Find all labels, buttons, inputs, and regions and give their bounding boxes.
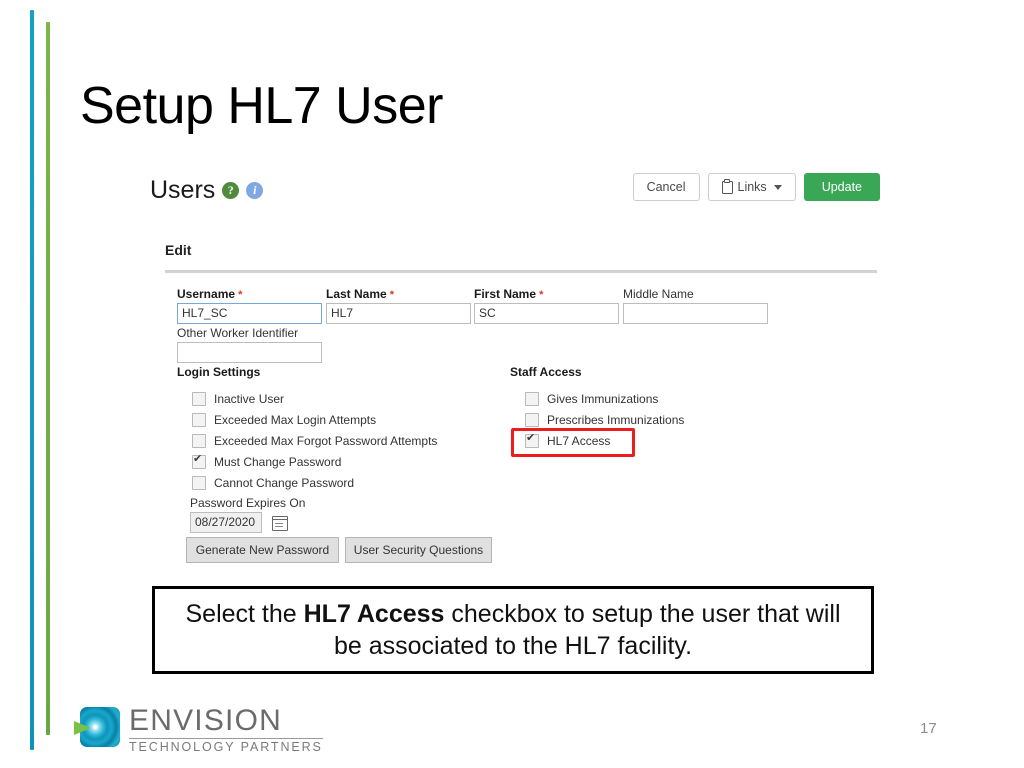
checkbox-prescribes-immunizations[interactable]: Prescribes Immunizations bbox=[525, 413, 684, 427]
logo-name: ENVISION bbox=[129, 704, 282, 737]
checkbox-label: Exceeded Max Forgot Password Attempts bbox=[214, 434, 438, 448]
slide-canvas: Setup HL7 User Users ? i Cancel Links Up… bbox=[0, 0, 1024, 768]
help-circle-icon[interactable]: ? bbox=[222, 182, 240, 199]
logo-wordmark: ENVISION TECHNOLOGY PARTNERS bbox=[129, 706, 323, 754]
checkbox-label: Inactive User bbox=[214, 392, 285, 406]
logo-arrow-icon bbox=[74, 720, 91, 735]
checkbox-label: Prescribes Immunizations bbox=[547, 413, 685, 427]
label-last-name: Last Name * bbox=[326, 287, 395, 301]
update-button[interactable]: Update bbox=[803, 173, 880, 201]
caption-callout: Select the HL7 Access checkbox to setup … bbox=[152, 586, 874, 674]
checkbox-label: Must Change Password bbox=[214, 455, 342, 469]
checkbox-box[interactable] bbox=[192, 453, 206, 469]
section-divider bbox=[165, 270, 877, 273]
cancel-button[interactable]: Cancel bbox=[632, 173, 700, 201]
checkbox-gives-immunizations[interactable]: Gives Immunizations bbox=[525, 392, 658, 406]
checkbox-cannot-change-password[interactable]: Cannot Change Password bbox=[192, 476, 354, 490]
links-label: Links bbox=[737, 180, 767, 194]
chevron-down-icon bbox=[773, 184, 782, 190]
checkbox-label: Exceeded Max Login Attempts bbox=[214, 413, 377, 427]
section-title-edit: Edit bbox=[165, 242, 192, 258]
checkbox-exceeded-max-login-attempts[interactable]: Exceeded Max Login Attempts bbox=[192, 413, 376, 427]
first-name-input[interactable] bbox=[474, 303, 619, 324]
slide-title: Setup HL7 User bbox=[80, 77, 443, 135]
calendar-icon[interactable] bbox=[272, 516, 288, 531]
required-marker: * bbox=[235, 289, 243, 301]
other-worker-identifier-input[interactable] bbox=[177, 342, 322, 363]
required-marker: * bbox=[386, 289, 395, 301]
login-settings-title: Login Settings bbox=[177, 365, 261, 379]
label-first-name: First Name * bbox=[474, 287, 544, 301]
generate-new-password-button[interactable]: Generate New Password bbox=[186, 537, 339, 563]
checkbox-must-change-password[interactable]: Must Change Password bbox=[192, 453, 342, 469]
checkbox-box[interactable] bbox=[525, 432, 539, 448]
caption-prefix: Select the bbox=[185, 600, 304, 628]
middle-name-input[interactable] bbox=[623, 303, 768, 324]
checkbox-exceeded-max-forgot-password-attempts[interactable]: Exceeded Max Forgot Password Attempts bbox=[192, 434, 437, 448]
checkbox-box[interactable] bbox=[525, 392, 539, 406]
checkbox-label: Cannot Change Password bbox=[214, 476, 355, 490]
staff-access-title: Staff Access bbox=[510, 365, 582, 379]
last-name-input[interactable] bbox=[326, 303, 471, 324]
page-title: Users ? i bbox=[150, 176, 264, 205]
label-middle-name: Middle Name bbox=[623, 287, 694, 301]
envision-logo: ENVISION TECHNOLOGY PARTNERS bbox=[74, 706, 323, 754]
checkbox-box[interactable] bbox=[192, 434, 206, 448]
caption-text: Select the HL7 Access checkbox to setup … bbox=[169, 598, 857, 662]
checkbox-box[interactable] bbox=[192, 413, 206, 427]
checkbox-inactive-user[interactable]: Inactive User bbox=[192, 392, 284, 406]
page-number: 17 bbox=[920, 720, 937, 737]
links-dropdown-button[interactable]: Links bbox=[707, 173, 796, 201]
application-screenshot: Users ? i Cancel Links Update Edit Usern… bbox=[0, 160, 1024, 580]
password-expires-date-input[interactable] bbox=[190, 512, 262, 533]
user-security-questions-button[interactable]: User Security Questions bbox=[345, 537, 492, 563]
logo-subtitle: TECHNOLOGY PARTNERS bbox=[129, 738, 323, 754]
page-title-text: Users bbox=[150, 176, 216, 204]
required-marker: * bbox=[536, 289, 544, 301]
checkbox-box[interactable] bbox=[525, 413, 539, 427]
username-input[interactable] bbox=[177, 303, 322, 324]
checkbox-box[interactable] bbox=[192, 476, 206, 490]
label-other-worker-identifier: Other Worker Identifier bbox=[177, 326, 299, 340]
checkbox-box[interactable] bbox=[192, 392, 206, 406]
checkbox-label: Gives Immunizations bbox=[547, 392, 659, 406]
envision-logo-mark-icon bbox=[74, 706, 120, 753]
info-circle-icon[interactable]: i bbox=[246, 182, 264, 199]
label-password-expires-on: Password Expires On bbox=[190, 496, 306, 510]
toolbar: Cancel Links Update bbox=[632, 173, 880, 201]
label-username: Username * bbox=[177, 287, 243, 301]
checkbox-hl7-access[interactable]: HL7 Access bbox=[525, 432, 611, 448]
clipboard-icon bbox=[721, 178, 733, 194]
checkbox-label: HL7 Access bbox=[547, 434, 611, 448]
caption-bold: HL7 Access bbox=[303, 600, 445, 628]
